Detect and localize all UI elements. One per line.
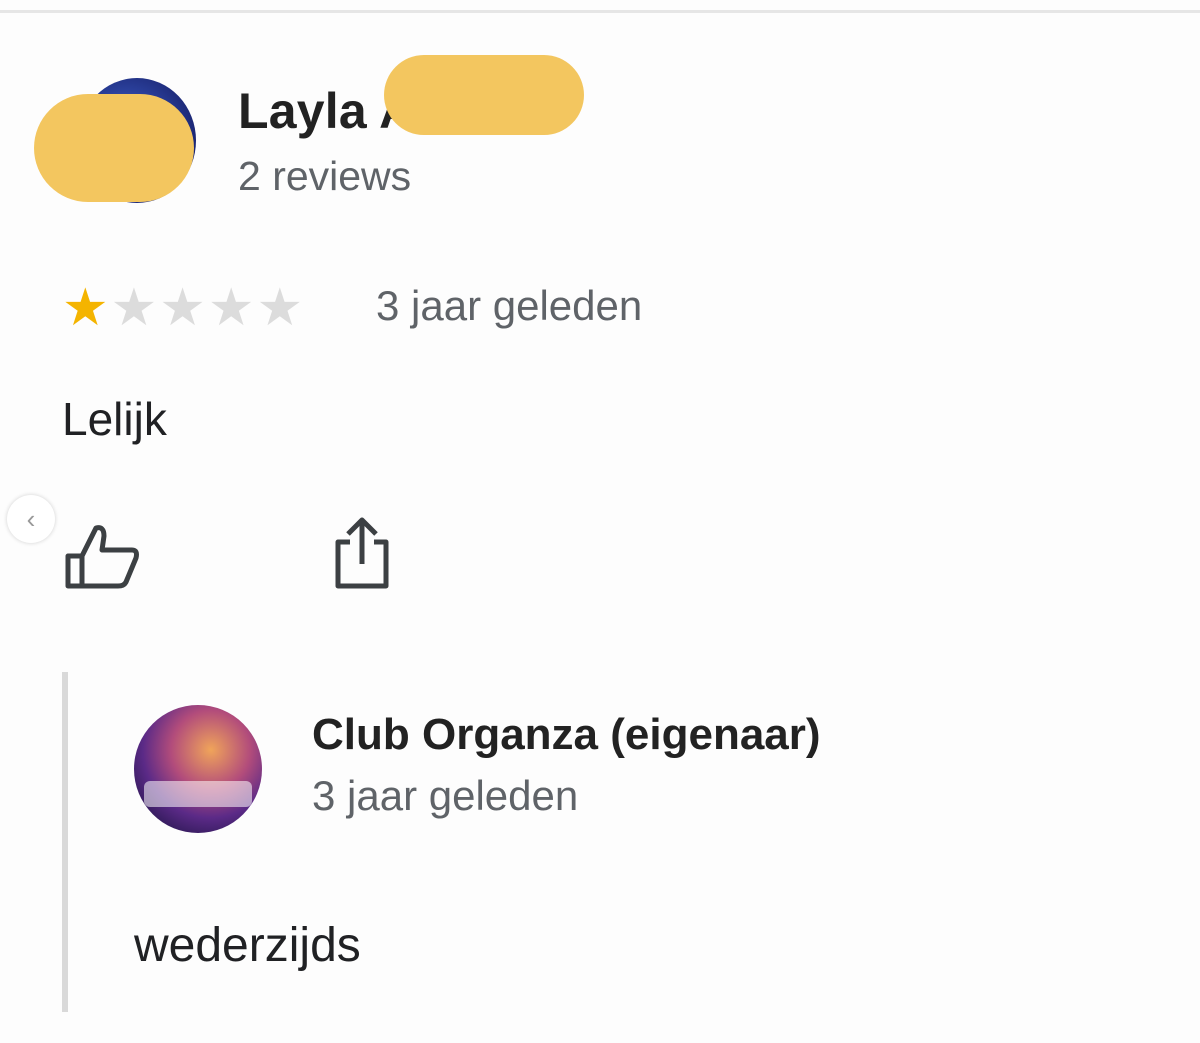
reply-indent-bar bbox=[62, 672, 68, 1012]
like-button[interactable] bbox=[62, 520, 142, 592]
review-text: Lelijk bbox=[62, 393, 167, 445]
owner-reply-time: 3 jaar geleden bbox=[312, 772, 579, 819]
chevron-left-icon[interactable]: ‹ bbox=[7, 495, 55, 543]
thumbs-up-icon bbox=[65, 525, 139, 589]
owner-avatar[interactable] bbox=[134, 705, 262, 833]
owner-name[interactable]: Club Organza (eigenaar) bbox=[312, 710, 821, 760]
star-filled-icon: ★ bbox=[62, 279, 109, 337]
share-icon bbox=[335, 517, 389, 589]
star-empty-icon: ★ bbox=[159, 279, 206, 337]
avatar-logo-band bbox=[144, 781, 252, 807]
reviewer-review-count: 2 reviews bbox=[238, 153, 412, 199]
redaction-blob bbox=[34, 94, 194, 202]
reviewer-avatar[interactable] bbox=[34, 72, 200, 207]
redaction-blob bbox=[384, 55, 584, 135]
owner-reply-text: wederzijds bbox=[134, 919, 361, 972]
star-rating: ★ ★ ★ ★ ★ bbox=[62, 280, 303, 336]
top-divider bbox=[0, 10, 1200, 13]
share-button[interactable] bbox=[330, 512, 394, 592]
review-time: 3 jaar geleden bbox=[376, 282, 643, 329]
star-empty-icon: ★ bbox=[207, 279, 255, 337]
star-empty-icon: ★ bbox=[110, 279, 158, 337]
review-page: Layla A 2 reviews ★ ★ ★ ★ ★ 3 jaar geleden L… bbox=[0, 0, 1200, 1043]
star-empty-icon: ★ bbox=[256, 279, 304, 337]
